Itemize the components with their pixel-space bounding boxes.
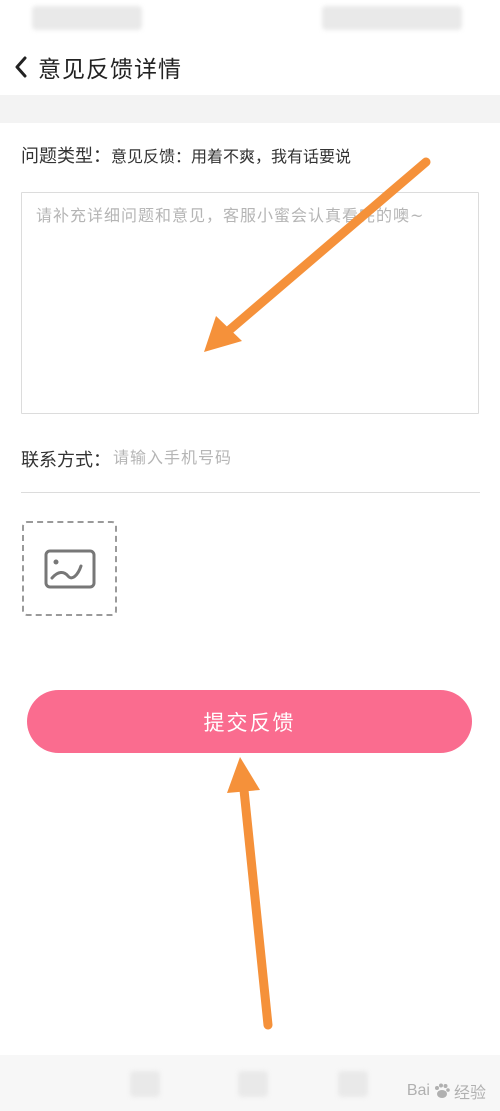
bottom-nav-item-2[interactable] (238, 1071, 268, 1097)
watermark-text: Bai (406, 1082, 430, 1099)
status-bar-right-blur (322, 6, 462, 30)
section-divider (0, 95, 500, 123)
bottom-nav-item-3[interactable] (338, 1071, 368, 1097)
issue-type-value: 意见反馈：用着不爽，我有话要说 (111, 147, 352, 166)
baidu-watermark: Bai 经验 (407, 1079, 486, 1103)
feedback-textarea[interactable] (21, 192, 479, 414)
bottom-nav-item-1[interactable] (130, 1071, 160, 1097)
bottom-nav-bar: Bai 经验 (0, 1055, 500, 1111)
phone-input[interactable] (111, 444, 445, 471)
chevron-left-icon (15, 56, 27, 78)
status-bar-left-blur (32, 6, 142, 30)
status-bar (0, 0, 500, 40)
submit-feedback-button[interactable]: 提交反馈 (27, 690, 472, 753)
watermark-text-2: 经验 (453, 1085, 486, 1102)
contact-label: 联系方式： (21, 450, 111, 471)
nav-bar: 意见反馈详情 (0, 42, 500, 92)
image-upload-button[interactable] (22, 521, 117, 616)
issue-type-row: 问题类型：意见反馈：用着不爽，我有话要说 (21, 142, 351, 168)
image-icon (44, 549, 95, 588)
page-title: 意见反馈详情 (38, 57, 182, 83)
issue-type-label: 问题类型： (21, 146, 111, 167)
paw-icon (434, 1083, 450, 1098)
back-button[interactable] (6, 47, 36, 87)
arrow-to-submit (227, 757, 273, 1030)
contact-row: 联系方式： (21, 440, 480, 493)
